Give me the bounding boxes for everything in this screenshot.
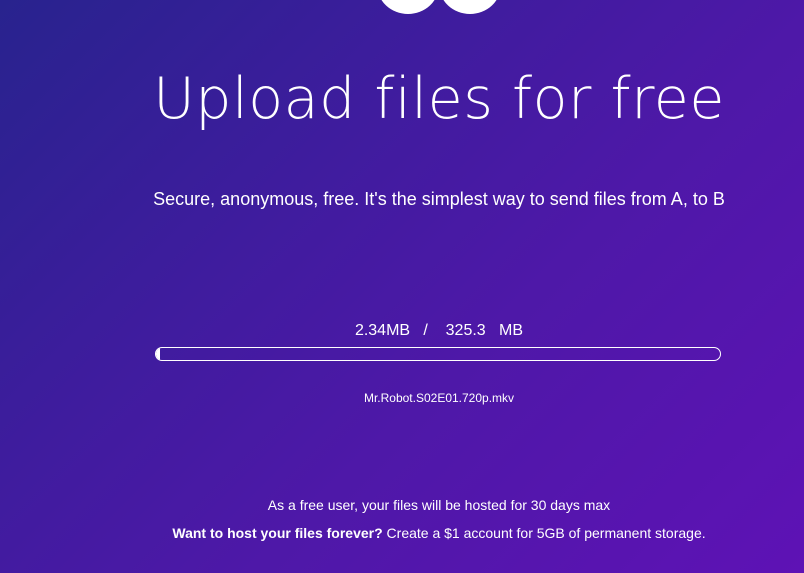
page-title: Upload files for free [153, 66, 725, 132]
upload-progress-bar [155, 347, 721, 361]
logo-right-lobe [439, 0, 501, 14]
size-separator: / [423, 322, 428, 339]
free-user-note: As a free user, your files will be hoste… [267, 497, 611, 513]
uploading-filename: Mr.Robot.S02E01.720p.mkv [363, 391, 515, 405]
logo-icon [377, 0, 503, 14]
page-subtitle: Secure, anonymous, free. It's the simple… [153, 189, 725, 209]
upgrade-cta: Want to host your files forever? Create … [0, 523, 804, 543]
total-size-value: 325.3 [445, 322, 486, 339]
uploaded-size: 2.34MB [354, 322, 411, 339]
upload-progress-fill [156, 348, 161, 360]
total-size-unit: MB [499, 322, 524, 339]
upload-progress-text: 2.34MB / 325.3 MB [0, 320, 804, 342]
logo-left-lobe [377, 0, 439, 14]
upgrade-cta-link[interactable]: Want to host your files forever? [172, 525, 382, 541]
upgrade-cta-text: Create a $1 account for 5GB of permanent… [386, 525, 706, 541]
